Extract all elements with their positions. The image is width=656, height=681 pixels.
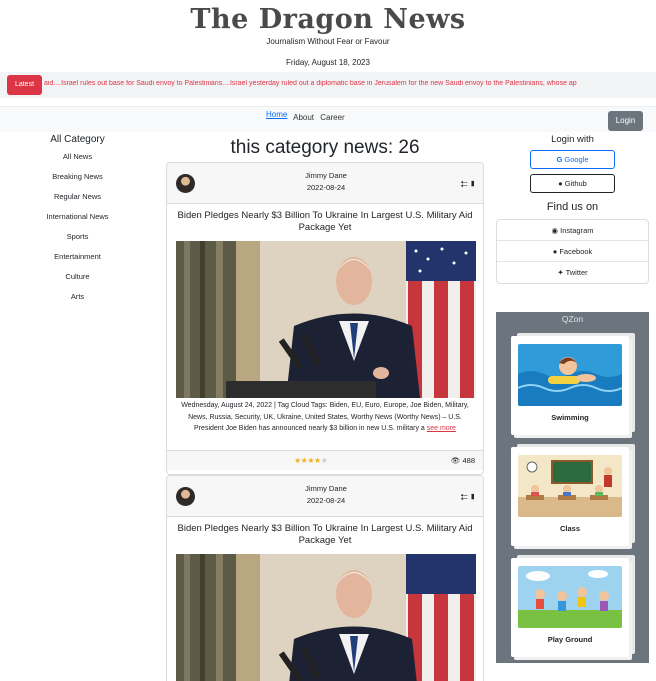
card-header: Jimmy Dane 2022-08-24 ⮄▮ [167, 476, 483, 517]
qzone-card[interactable]: Class [511, 447, 629, 546]
bookmark-icon[interactable]: ▮ [469, 492, 477, 502]
google-icon: G [556, 155, 563, 164]
view-count-value: 488 [462, 456, 475, 465]
ticker-text[interactable]: aid....Israel rules out base for Saudi e… [44, 80, 644, 87]
qzone-card[interactable]: Play Ground [511, 558, 629, 657]
google-login-button[interactable]: G Google [530, 150, 615, 169]
instagram-icon: ◉ [551, 226, 559, 235]
category-link[interactable]: Arts [0, 287, 155, 307]
category-link[interactable]: Culture [0, 267, 155, 287]
nav-home-link[interactable]: Home [266, 110, 287, 119]
login-button[interactable]: Login [608, 111, 643, 131]
find-us-heading: Find us on [546, 201, 599, 213]
qzone-label: Play Ground [547, 635, 593, 644]
playground-image [518, 566, 622, 628]
category-heading: All Category [50, 134, 105, 145]
qzone-label: Class [559, 524, 580, 533]
site-title: The Dragon News [190, 4, 466, 35]
category-link[interactable]: Breaking News [0, 167, 155, 187]
social-list: ◉ Instagram ● Facebook ✦ Twitter [496, 219, 649, 284]
right-sidebar: Login with G Google ● Github Find us on … [496, 134, 649, 284]
latest-button[interactable]: Latest [7, 75, 42, 95]
login-with-heading: Login with [551, 134, 594, 145]
author-name: Jimmy Dane [305, 484, 347, 493]
qzone-card[interactable]: Swimming [511, 336, 629, 435]
author-name: Jimmy Dane [305, 171, 347, 180]
nav-about-link[interactable]: About [293, 113, 314, 122]
card-actions: ⮄▮ [461, 492, 477, 503]
nav-links: Home About Career [266, 110, 349, 122]
share-icon[interactable]: ⮄ [461, 179, 469, 189]
share-icon[interactable]: ⮄ [461, 492, 469, 502]
site-tagline: Journalism Without Fear or Favour [266, 37, 390, 46]
news-title[interactable]: Biden Pledges Nearly $3 Billion To Ukrai… [167, 204, 483, 241]
publish-date: 2022-08-24 [306, 183, 346, 192]
twitter-icon: ✦ [557, 268, 564, 277]
category-link[interactable]: Entertainment [0, 247, 155, 267]
github-login-button[interactable]: ● Github [530, 174, 615, 193]
social-instagram[interactable]: ◉ Instagram [497, 220, 648, 241]
news-card: Jimmy Dane 2022-08-24 ⮄▮ Biden Pledges N… [166, 162, 484, 475]
news-excerpt: Wednesday, August 24, 2022 | Tag Cloud T… [167, 398, 483, 450]
news-excerpt-text: Wednesday, August 24, 2022 | Tag Cloud T… [181, 402, 469, 432]
google-label: Google [564, 155, 589, 164]
card-header: Jimmy Dane 2022-08-24 ⮄▮ [167, 163, 483, 204]
qzone-panel: QZon Swimming Class Play Ground [496, 312, 649, 663]
category-count-title: this category news: 26 [230, 137, 420, 158]
see-more-link[interactable]: see more [427, 425, 456, 432]
facebook-icon: ● [552, 247, 558, 256]
qzone-label: Swimming [551, 413, 589, 422]
news-feed: this category news: 26 Jimmy Dane 2022-0… [166, 134, 484, 681]
news-card: Jimmy Dane 2022-08-24 ⮄▮ Biden Pledges N… [166, 475, 484, 681]
github-label: Github [564, 179, 587, 188]
nav-career-link[interactable]: Career [320, 113, 344, 122]
social-twitter[interactable]: ✦ Twitter [497, 262, 648, 283]
current-date: Friday, August 18, 2023 [286, 58, 370, 67]
eye-icon: 👁 [450, 456, 461, 465]
news-ticker: Latest aid....Israel rules out base for … [0, 72, 656, 98]
swimming-image [518, 344, 622, 406]
navbar: Home About Career Login [0, 106, 656, 132]
category-sidebar: All Category All News Breaking News Regu… [0, 134, 155, 307]
category-link[interactable]: All News [0, 147, 155, 167]
bookmark-icon[interactable]: ▮ [469, 179, 477, 189]
github-icon: ● [558, 179, 563, 188]
social-label: Twitter [565, 268, 588, 277]
class-image [518, 455, 622, 517]
category-link[interactable]: Regular News [0, 187, 155, 207]
news-title[interactable]: Biden Pledges Nearly $3 Billion To Ukrai… [167, 517, 483, 554]
card-actions: ⮄▮ [461, 179, 477, 190]
publish-date: 2022-08-24 [306, 496, 346, 505]
qzone-title: QZon [561, 314, 584, 324]
card-footer: ★★★★★ 👁 488 [167, 450, 483, 470]
category-link[interactable]: International News [0, 207, 155, 227]
social-facebook[interactable]: ● Facebook [497, 241, 648, 262]
rating-stars: ★★★★★ [294, 456, 328, 465]
news-image [176, 241, 476, 398]
social-label: Instagram [560, 226, 594, 235]
category-link[interactable]: Sports [0, 227, 155, 247]
view-count: 👁 488 [451, 456, 475, 465]
social-label: Facebook [559, 247, 593, 256]
news-image [176, 554, 476, 681]
